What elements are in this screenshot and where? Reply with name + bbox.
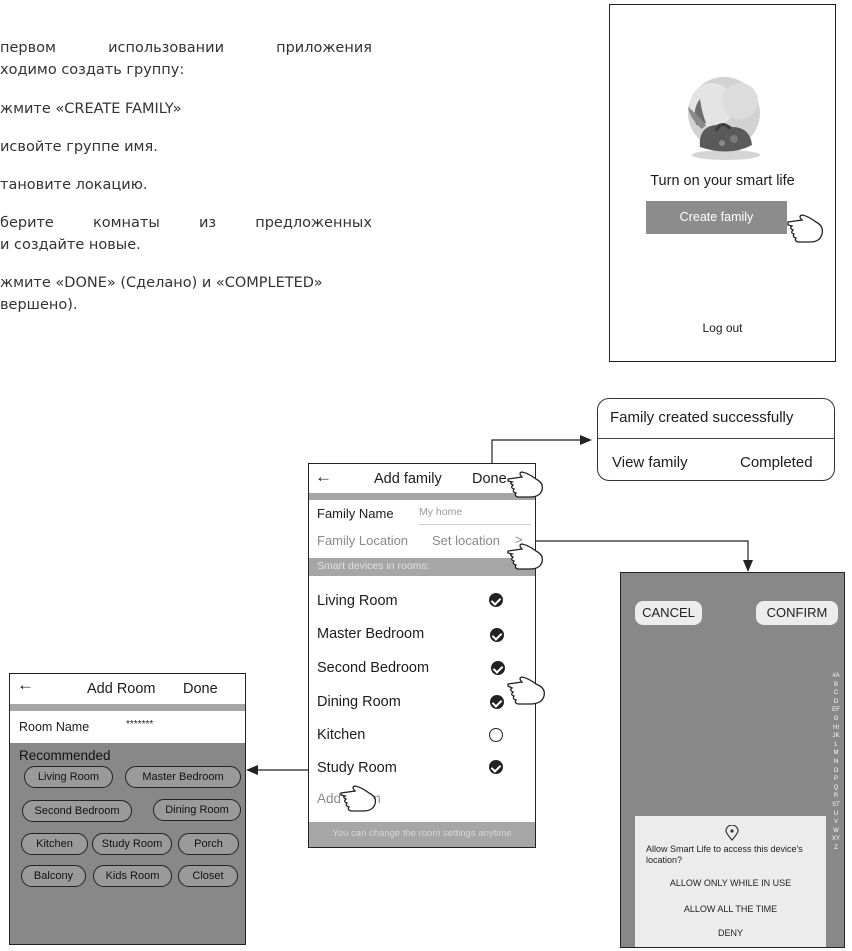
allow-while-in-use-button[interactable]: ALLOW ONLY WHILE IN USE [635, 878, 826, 888]
room-suggestion-chip[interactable]: Porch [178, 833, 239, 855]
room-suggestion-chip[interactable]: Dining Room [153, 799, 241, 821]
checkmark-icon[interactable] [489, 593, 503, 607]
room-label: Study Room [317, 760, 397, 776]
back-arrow-icon[interactable]: ← [315, 467, 332, 487]
room-suggestion-chip[interactable]: Study Room [92, 833, 172, 855]
footer-bar: You can change the room settings anytime [309, 822, 535, 847]
room-label: Living Room [317, 593, 398, 609]
alphabet-index[interactable]: #ABCDEFGHIJKLMNOPQRSTUVWXYZ [832, 672, 840, 852]
allow-all-the-time-button[interactable]: ALLOW ALL THE TIME [635, 904, 826, 914]
room-name-input[interactable]: ******* [126, 719, 153, 730]
room-suggestion-chip[interactable]: Balcony [21, 865, 86, 887]
checkmark-icon[interactable] [489, 760, 503, 774]
confirm-button[interactable]: CONFIRM [756, 601, 838, 625]
header-divider [309, 493, 535, 500]
room-label: Kitchen [317, 727, 366, 743]
deny-button[interactable]: DENY [635, 928, 826, 938]
checkmark-icon[interactable] [490, 695, 504, 709]
tap-hand-icon [507, 676, 545, 705]
room-label: Dining Room [317, 694, 401, 710]
tap-hand-icon [340, 785, 377, 812]
cancel-button[interactable]: CANCEL [635, 601, 702, 625]
tap-hand-icon [507, 471, 544, 498]
room-suggestion-chip[interactable]: Kids Room [93, 865, 172, 887]
room-name-row: Room Name ******* [10, 711, 245, 743]
room-suggestion-chip[interactable]: Second Bedroom [22, 800, 132, 822]
header-divider [10, 704, 245, 711]
family-location-label: Family Location [317, 533, 409, 548]
room-suggestion-chip[interactable]: Kitchen [21, 833, 88, 855]
add-room-header: ← Add Room Done [10, 674, 245, 704]
footer-note: You can change the room settings anytime [332, 828, 512, 839]
done-button[interactable]: Done [472, 471, 507, 487]
family-name-input[interactable]: My home [419, 506, 462, 518]
room-suggestion-chip[interactable]: Master Bedroom [125, 766, 241, 788]
back-arrow-icon[interactable]: ← [17, 675, 34, 695]
checkmark-icon[interactable] [491, 661, 505, 675]
location-permission-dialog: Allow Smart Life to access this device's… [635, 816, 826, 947]
done-button[interactable]: Done [183, 681, 218, 697]
location-pin-icon [725, 825, 739, 841]
add-room-title: Add Room [87, 681, 156, 697]
permission-prompt: Allow Smart Life to access this device's… [646, 844, 803, 865]
add-family-title: Add family [374, 471, 442, 487]
alphabet-letters[interactable]: #ABCDEFGHIJKLMNOPQRSTUVWXYZ [832, 672, 840, 852]
family-name-label: Family Name [317, 506, 394, 521]
input-underline [419, 524, 531, 525]
tap-hand-icon [507, 543, 544, 570]
rooms-header-text: Smart devices in rooms: [317, 560, 430, 572]
checkmark-icon[interactable] [490, 628, 504, 642]
rooms-section-header: Smart devices in rooms: [309, 558, 535, 576]
room-name-label: Room Name [19, 720, 90, 734]
set-location-button[interactable]: Set location [432, 533, 500, 548]
recommended-label: Recommended [19, 748, 111, 763]
set-location-screen: CANCEL CONFIRM Allow Smart Life to acces… [620, 572, 845, 948]
room-suggestion-chip[interactable]: Living Room [24, 766, 113, 788]
unchecked-circle-icon[interactable] [489, 728, 503, 742]
room-label: Second Bedroom [317, 660, 430, 676]
room-label: Master Bedroom [317, 626, 425, 642]
add-room-screen: ← Add Room Done Room Name ******* Recomm… [9, 673, 246, 945]
room-suggestion-chip[interactable]: Closet [178, 865, 238, 887]
